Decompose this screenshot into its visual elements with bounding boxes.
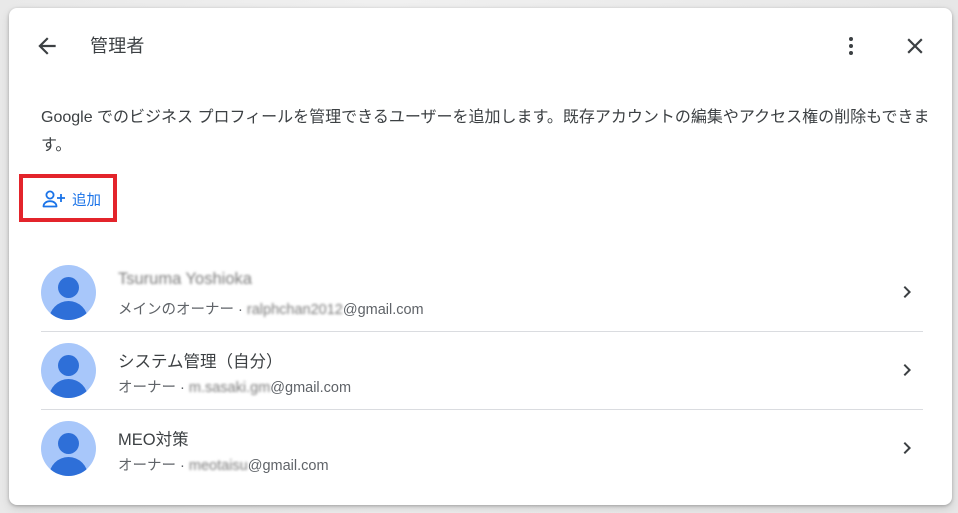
add-user-button[interactable]: 追加	[42, 187, 101, 211]
user-email-domain: @gmail.com	[270, 380, 352, 396]
close-icon	[907, 38, 923, 54]
avatar	[41, 421, 96, 476]
list-item[interactable]: MEO対策 オーナー · meotaisu@gmail.com	[41, 410, 923, 487]
user-role-email: メインのオーナー · ralphchan2012@gmail.com	[118, 298, 424, 319]
more-options-button[interactable]	[831, 26, 871, 66]
add-user-label: 追加	[72, 192, 101, 209]
user-role-email: オーナー · m.sasaki.gm@gmail.com	[118, 376, 351, 397]
dialog-header: 管理者	[9, 8, 952, 84]
user-name: システム管理（自分）	[118, 353, 283, 371]
dialog-description: Google でのビジネス プロフィールを管理できるユーザーを追加します。既存ア…	[41, 109, 930, 154]
page-title: 管理者	[90, 36, 145, 56]
user-list: Tsuruma Yoshioka メインのオーナー · ralphchan201…	[41, 254, 923, 487]
more-vert-icon	[849, 37, 853, 55]
avatar	[41, 265, 96, 320]
back-button[interactable]	[27, 26, 67, 66]
arrow-back-icon	[38, 37, 56, 55]
user-email-hidden: m.sasaki.gm	[188, 380, 271, 396]
avatar	[41, 343, 96, 398]
chevron-right-icon	[903, 286, 911, 298]
list-item[interactable]: Tsuruma Yoshioka メインのオーナー · ralphchan201…	[41, 254, 923, 332]
chevron-right-icon	[903, 442, 911, 454]
managers-dialog: 管理者 Google でのビジネス プロフィールを管理できるユーザーを追加します…	[9, 8, 952, 505]
user-role: メインのオーナー ·	[118, 302, 243, 318]
user-email-domain: @gmail.com	[247, 458, 329, 474]
user-role: オーナー ·	[118, 380, 185, 396]
user-name: Tsuruma Yoshioka	[118, 270, 252, 288]
person-add-icon	[42, 190, 65, 208]
user-role: オーナー ·	[118, 458, 185, 474]
user-email-hidden: ralphchan2012	[246, 302, 343, 318]
user-email-domain: @gmail.com	[342, 302, 424, 318]
user-name: MEO対策	[118, 431, 189, 449]
list-item[interactable]: システム管理（自分） オーナー · m.sasaki.gm@gmail.com	[41, 332, 923, 410]
close-button[interactable]	[895, 26, 935, 66]
chevron-right-icon	[903, 364, 911, 376]
user-email-hidden: meotaisu	[188, 458, 248, 474]
user-role-email: オーナー · meotaisu@gmail.com	[118, 454, 329, 475]
